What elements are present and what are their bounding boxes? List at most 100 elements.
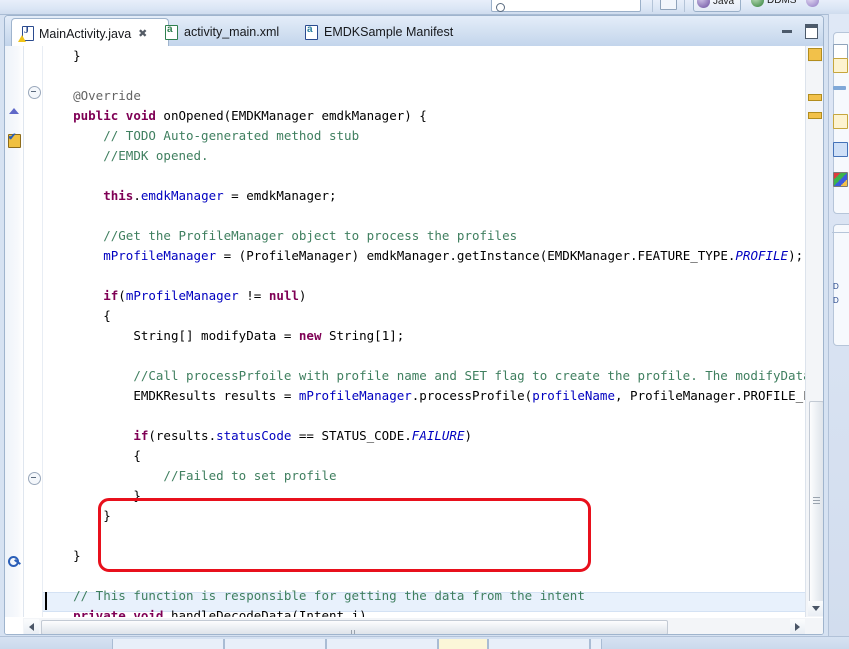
code-line: this.emdkManager = emdkManager; bbox=[43, 186, 806, 206]
overrides-method-icon bbox=[6, 104, 22, 120]
code-line bbox=[43, 346, 806, 366]
tab-activity-main-xml[interactable]: activity_main.xml bbox=[157, 18, 288, 46]
code-line: { bbox=[43, 446, 806, 466]
status-cell bbox=[326, 639, 438, 649]
tab-label: EMDKSample Manifest bbox=[324, 25, 453, 39]
code-line: } bbox=[43, 546, 806, 566]
tab-close-icon[interactable]: ✖ bbox=[138, 27, 147, 40]
editor-tab-bar: MainActivity.java ✖ activity_main.xml EM… bbox=[5, 16, 824, 47]
java-perspective-icon bbox=[697, 0, 710, 8]
java-file-icon bbox=[19, 26, 34, 41]
tab-label: activity_main.xml bbox=[184, 25, 279, 39]
status-cell bbox=[112, 639, 224, 649]
code-line: } bbox=[43, 506, 806, 526]
perspective-java-label: Java bbox=[713, 0, 734, 7]
scroll-left-button[interactable] bbox=[24, 619, 39, 634]
folding-gutter[interactable] bbox=[24, 46, 43, 617]
editor-area: MainActivity.java ✖ activity_main.xml EM… bbox=[4, 15, 824, 635]
outline-item-warning-icon[interactable] bbox=[833, 58, 848, 73]
scroll-right-button[interactable] bbox=[790, 619, 805, 634]
ddms-perspective-icon bbox=[751, 0, 764, 7]
code-line bbox=[43, 66, 806, 86]
status-cell-highlight bbox=[438, 639, 488, 649]
panel-divider bbox=[832, 232, 849, 233]
outline-item-icon[interactable] bbox=[833, 44, 848, 59]
tab-label: MainActivity.java bbox=[39, 27, 131, 41]
main-toolbar: Java DDMS bbox=[0, 0, 849, 15]
code-line: @Override bbox=[43, 86, 806, 106]
collapse-fold-icon[interactable] bbox=[28, 472, 41, 485]
perspective-ddms-button[interactable]: DDMS bbox=[748, 0, 802, 10]
xml-file-icon bbox=[164, 25, 179, 40]
perspective-extra-button[interactable] bbox=[803, 0, 828, 10]
code-line: //Call processPrfoile with profile name … bbox=[43, 366, 806, 386]
quickfix-icon[interactable] bbox=[6, 132, 22, 148]
source-code: } @Override public void onOpened(EMDKMan… bbox=[43, 46, 806, 617]
private-method-key-icon bbox=[6, 553, 22, 569]
vertical-scroll-thumb[interactable] bbox=[809, 401, 824, 603]
text-caret bbox=[45, 592, 47, 610]
collapse-fold-icon[interactable] bbox=[28, 86, 41, 99]
status-cell bbox=[224, 639, 326, 649]
properties-row-label: D bbox=[833, 282, 839, 291]
code-line bbox=[43, 526, 806, 546]
window-controls bbox=[780, 22, 819, 37]
overview-marker-warning[interactable] bbox=[808, 94, 822, 101]
marker-gutter[interactable] bbox=[5, 46, 24, 617]
maximize-icon[interactable] bbox=[804, 22, 819, 37]
outline-item-icon[interactable] bbox=[833, 114, 848, 129]
code-line: private void handleDecodeData(Intent i) bbox=[43, 606, 806, 617]
status-bar bbox=[0, 636, 849, 649]
perspective-java-button[interactable]: Java bbox=[693, 0, 741, 12]
status-cell bbox=[590, 639, 602, 649]
horizontal-scroll-thumb[interactable] bbox=[41, 620, 668, 635]
vertical-scrollbar[interactable] bbox=[805, 46, 824, 617]
toolbar-separator bbox=[684, 0, 685, 12]
code-line: // This function is responsible for gett… bbox=[43, 586, 806, 606]
eclipse-ide-window: Java DDMS MainActivity.java ✖ bbox=[0, 0, 849, 649]
outline-item-icon[interactable] bbox=[833, 142, 848, 157]
open-perspective-icon[interactable] bbox=[660, 0, 677, 10]
code-line bbox=[43, 266, 806, 286]
palette-color-icon[interactable] bbox=[833, 172, 848, 187]
source-editor[interactable]: } @Override public void onOpened(EMDKMan… bbox=[5, 46, 824, 635]
perspective-ddms-label: DDMS bbox=[767, 0, 796, 6]
code-line bbox=[43, 406, 806, 426]
code-line bbox=[43, 566, 806, 586]
code-line: EMDKResults results = mProfileManager.pr… bbox=[43, 386, 806, 406]
code-line: //Failed to set profile bbox=[43, 466, 806, 486]
search-input[interactable] bbox=[491, 0, 641, 12]
tab-mainactivity-java[interactable]: MainActivity.java ✖ bbox=[11, 18, 169, 48]
overview-marker-warning[interactable] bbox=[808, 48, 822, 61]
code-line: public void onOpened(EMDKManager emdkMan… bbox=[43, 106, 806, 126]
code-line: //EMDK opened. bbox=[43, 146, 806, 166]
horizontal-scrollbar[interactable] bbox=[23, 618, 824, 635]
warning-badge-icon bbox=[18, 35, 26, 42]
overview-marker-warning[interactable] bbox=[808, 112, 822, 119]
outline-divider bbox=[833, 86, 846, 90]
code-line: mProfileManager = (ProfileManager) emdkM… bbox=[43, 246, 806, 266]
extra-perspective-icon bbox=[806, 0, 819, 7]
minimize-icon[interactable] bbox=[780, 22, 795, 37]
code-line: // TODO Auto-generated method stub bbox=[43, 126, 806, 146]
code-line bbox=[43, 206, 806, 226]
code-line: } bbox=[43, 46, 806, 66]
status-cell bbox=[488, 639, 590, 649]
code-line: if(mProfileManager != null) bbox=[43, 286, 806, 306]
manifest-file-icon bbox=[304, 25, 319, 40]
code-canvas[interactable]: } @Override public void onOpened(EMDKMan… bbox=[43, 46, 806, 617]
code-line: //Get the ProfileManager object to proce… bbox=[43, 226, 806, 246]
search-icon bbox=[496, 3, 505, 12]
code-line: } bbox=[43, 486, 806, 506]
scroll-grip-icon bbox=[351, 624, 359, 631]
tab-emdksample-manifest[interactable]: EMDKSample Manifest bbox=[297, 18, 462, 46]
scroll-grip-icon bbox=[813, 497, 820, 507]
toolbar-separator bbox=[652, 0, 653, 12]
code-line: { bbox=[43, 306, 806, 326]
properties-row-label: D bbox=[833, 296, 839, 305]
scroll-down-button[interactable] bbox=[808, 601, 823, 616]
code-line bbox=[43, 166, 806, 186]
code-line: if(results.statusCode == STATUS_CODE.FAI… bbox=[43, 426, 806, 446]
code-line: String[] modifyData = new String[1]; bbox=[43, 326, 806, 346]
right-docked-view[interactable]: D D bbox=[828, 14, 849, 639]
